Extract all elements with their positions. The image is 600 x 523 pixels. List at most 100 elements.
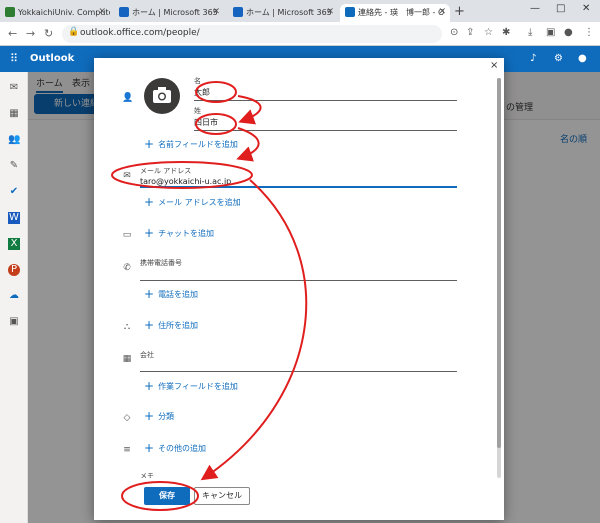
- reload-icon[interactable]: ↻: [44, 27, 53, 40]
- cancel-button[interactable]: キャンセル: [194, 487, 250, 505]
- dialog-scrollbar[interactable]: [497, 78, 501, 478]
- add-chat-button[interactable]: + チャットを追加: [144, 226, 214, 240]
- todo-icon[interactable]: ✔: [8, 186, 20, 198]
- briefcase-icon: ▦: [122, 354, 132, 364]
- close-tab-icon[interactable]: ✕: [326, 4, 334, 21]
- sidepanel-icon[interactable]: ▣: [546, 27, 555, 38]
- calendar-icon[interactable]: ▦: [8, 108, 20, 120]
- surname-input[interactable]: 四日市: [194, 117, 218, 128]
- tab-label: YokkaichiUniv. Computer: [18, 8, 110, 17]
- email-underline: [140, 186, 457, 188]
- download-icon[interactable]: ⤓: [528, 27, 532, 38]
- tab-label: ホーム | Microsoft 365: [246, 8, 332, 17]
- given-name-label: 名: [194, 77, 201, 85]
- close-tab-icon[interactable]: ✕: [212, 4, 220, 21]
- email-label: メール アドレス: [140, 167, 192, 175]
- app-rail: ✉ ▦ 👥 ✎ ✔ W X P ☁ ▣: [0, 72, 28, 523]
- mail-icon: ✉: [123, 171, 131, 181]
- favicon-icon: [119, 7, 129, 17]
- plus-icon: +: [144, 226, 155, 240]
- gear-icon[interactable]: ⚙: [554, 53, 563, 64]
- camera-icon: [153, 87, 171, 103]
- people-icon[interactable]: 👥: [8, 134, 20, 146]
- add-name-field-label: 名前フィールドを追加: [158, 140, 238, 149]
- add-email-label: メール アドレスを追加: [158, 198, 241, 207]
- close-window-button[interactable]: ✕: [582, 3, 590, 14]
- tab-label: 連絡先 - 瑛 博一郎 - O: [358, 8, 445, 17]
- minimize-button[interactable]: —: [530, 3, 540, 14]
- chat-icon: ▭: [122, 230, 132, 240]
- new-tab-button[interactable]: +: [454, 4, 465, 19]
- back-icon[interactable]: ←: [8, 27, 17, 40]
- avatar[interactable]: ●: [578, 53, 587, 64]
- url-input[interactable]: 🔒 outlook.office.com/people/: [62, 25, 442, 43]
- plus-icon: +: [144, 318, 155, 332]
- app-launcher-icon[interactable]: ⠿: [10, 52, 18, 65]
- add-phone-button[interactable]: + 電話を追加: [144, 287, 198, 301]
- add-other-button[interactable]: + その他の追加: [144, 441, 206, 455]
- tab-label: ホーム | Microsoft 365: [132, 8, 218, 17]
- tag-icon: ◇: [123, 413, 131, 423]
- share-icon[interactable]: ⇪: [466, 27, 474, 38]
- more-apps-icon[interactable]: ▣: [8, 316, 20, 328]
- powerpoint-icon[interactable]: P: [8, 264, 20, 276]
- list-icon: ≡: [123, 445, 131, 455]
- key-icon[interactable]: ⊙: [450, 27, 458, 38]
- favicon-icon: [5, 7, 15, 17]
- bookmark-icon[interactable]: ☆: [484, 27, 493, 38]
- plus-icon: +: [144, 137, 155, 151]
- attach-icon[interactable]: ✎: [8, 160, 20, 172]
- person-icon: 👤: [122, 93, 134, 103]
- bell-icon[interactable]: ♪: [530, 53, 536, 64]
- browser-tab-active[interactable]: 連絡先 - 瑛 博一郎 - O ✕: [340, 4, 450, 22]
- outlook-favicon-icon: [345, 7, 355, 17]
- browser-tab[interactable]: ホーム | Microsoft 365 ✕: [228, 4, 338, 22]
- company-underline: [140, 371, 457, 372]
- browser-tab[interactable]: ホーム | Microsoft 365 ✕: [114, 4, 224, 22]
- close-tab-icon[interactable]: ✕: [98, 4, 106, 21]
- add-work-field-label: 作業フィールドを追加: [158, 382, 238, 391]
- plus-icon: +: [144, 441, 155, 455]
- plus-icon: +: [144, 287, 155, 301]
- close-dialog-button[interactable]: ×: [490, 60, 498, 71]
- plus-icon: +: [144, 379, 155, 393]
- extensions-icon[interactable]: ✱: [502, 27, 510, 38]
- mobile-underline: [140, 280, 457, 281]
- plus-icon: +: [144, 409, 155, 423]
- menu-icon[interactable]: ⋮: [584, 27, 594, 38]
- forward-icon[interactable]: →: [26, 27, 35, 40]
- email-input[interactable]: taro@yokkaichi-u.ac.jp: [140, 177, 231, 186]
- given-name-input[interactable]: 太郎: [194, 87, 210, 98]
- phone-icon: ✆: [123, 263, 131, 273]
- edit-contact-dialog: × 👤 名 太郎 姓 四日市 + 名前フィールドを追加 ✉ メール アドレス ta…: [94, 58, 504, 520]
- add-email-button[interactable]: + メール アドレスを追加: [144, 195, 241, 209]
- close-tab-icon[interactable]: ✕: [438, 4, 446, 21]
- url-text: outlook.office.com/people/: [80, 28, 200, 38]
- lock-icon: 🔒: [68, 27, 80, 37]
- add-phone-label: 電話を追加: [158, 290, 199, 299]
- location-icon: ⛬: [123, 322, 131, 332]
- favicon-icon: [233, 7, 243, 17]
- add-chat-label: チャットを追加: [158, 229, 214, 238]
- add-name-field-button[interactable]: + 名前フィールドを追加: [144, 137, 238, 151]
- add-address-button[interactable]: + 住所を追加: [144, 318, 198, 332]
- category-label: 分類: [158, 412, 175, 421]
- add-address-label: 住所を追加: [158, 321, 199, 330]
- word-icon[interactable]: W: [8, 212, 20, 224]
- mail-icon[interactable]: ✉: [8, 82, 20, 94]
- save-button[interactable]: 保存: [144, 487, 190, 505]
- onedrive-icon[interactable]: ☁: [8, 290, 20, 302]
- add-work-field-button[interactable]: + 作業フィールドを追加: [144, 379, 238, 393]
- surname-underline: [194, 130, 457, 131]
- scroll-thumb[interactable]: [497, 78, 501, 448]
- browser-tab[interactable]: YokkaichiUniv. Computer ✕: [0, 4, 110, 22]
- profile-icon[interactable]: ●: [564, 27, 573, 38]
- given-name-underline: [194, 100, 457, 101]
- address-bar-row: ← → ↻ 🔒 outlook.office.com/people/ ⊙ ⇪ ☆…: [0, 22, 600, 46]
- maximize-button[interactable]: □: [556, 3, 565, 14]
- add-photo-button[interactable]: [144, 78, 180, 114]
- category-button[interactable]: + 分類: [144, 409, 174, 423]
- app-title: Outlook: [30, 53, 75, 64]
- plus-icon: +: [144, 195, 155, 209]
- excel-icon[interactable]: X: [8, 238, 20, 250]
